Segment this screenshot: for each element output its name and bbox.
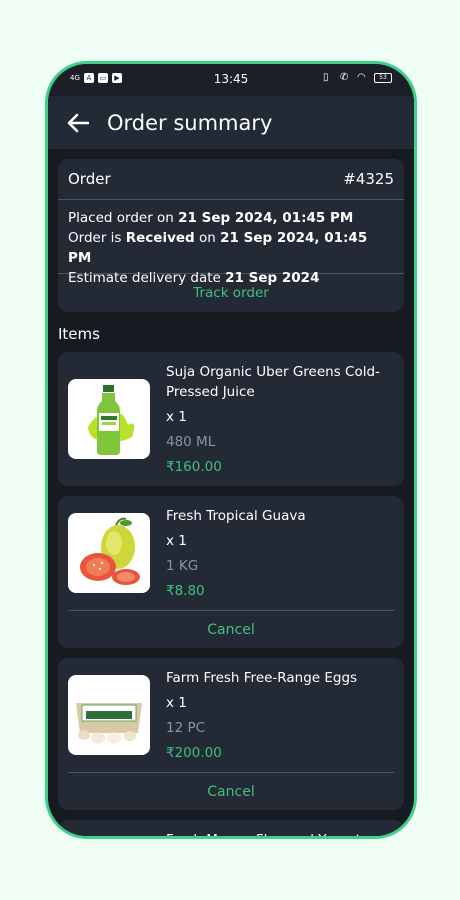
wifi-icon: ◠	[357, 72, 366, 83]
cancel-item-button[interactable]: Cancel	[68, 610, 394, 648]
order-details: Placed order on 21 Sep 2024, 01:45 PM Or…	[58, 200, 404, 286]
item-unit: 480 ML	[166, 434, 216, 450]
app-header: Order summary	[48, 96, 414, 149]
item-image-guava	[68, 513, 150, 593]
vibrate-icon: ▯	[323, 72, 329, 83]
item-info: Fresh Mango Flavored Yogurt	[166, 830, 394, 836]
egg-carton-icon	[76, 703, 142, 744]
order-card: Order #4325 Placed order on 21 Sep 2024,…	[58, 159, 404, 312]
item-card: Fresh Mango Flavored Yogurt	[58, 820, 404, 839]
guava-fruit-icon	[80, 517, 140, 585]
battery-icon: 53	[374, 73, 392, 83]
phone-frame: 4G A ▭ ▶ 13:45 ▯ ✆ ◠ 53 Order summary Or…	[45, 61, 417, 839]
item-name: Fresh Tropical Guava	[166, 508, 306, 524]
item-name: Fresh Mango Flavored Yogurt	[166, 830, 394, 836]
item-info: Fresh Tropical Guava x 1 1 KG ₹8.80	[166, 506, 394, 601]
item-price: ₹160.00	[166, 459, 222, 475]
item-card: Suja Organic Uber Greens Cold-Pressed Ju…	[58, 352, 404, 486]
cancel-item-button[interactable]: Cancel	[68, 772, 394, 810]
item-info: Farm Fresh Free-Range Eggs x 1 12 PC ₹20…	[166, 668, 394, 763]
item-unit: 12 PC	[166, 720, 206, 736]
arrow-left-icon	[67, 113, 89, 132]
item-image-yogurt	[68, 837, 150, 839]
back-button[interactable]	[65, 110, 91, 136]
placed-date: 21 Sep 2024, 01:45 PM	[178, 210, 354, 226]
placed-line: Placed order on 21 Sep 2024, 01:45 PM	[68, 208, 394, 228]
order-summary-content: Order #4325 Placed order on 21 Sep 2024,…	[48, 149, 414, 836]
item-unit: 1 KG	[166, 558, 199, 574]
placed-prefix: Placed order on	[68, 210, 179, 226]
order-label: Order	[68, 170, 111, 188]
order-status: Received	[125, 230, 195, 246]
status-right-icons: ▯ ✆ ◠ 53	[323, 73, 392, 83]
items-heading: Items	[58, 325, 100, 343]
status-mid: on	[194, 230, 221, 246]
status-line: Order is Received on 21 Sep 2024, 01:45 …	[68, 228, 394, 268]
page-title: Order summary	[107, 110, 273, 135]
item-quantity: x 1	[166, 695, 187, 711]
item-card: Fresh Tropical Guava x 1 1 KG ₹8.80 Canc…	[58, 496, 404, 648]
order-header-row: Order #4325	[58, 159, 404, 200]
juice-bottle-icon	[88, 385, 135, 455]
item-quantity: x 1	[166, 409, 187, 425]
status-prefix: Order is	[68, 230, 126, 246]
item-name: Farm Fresh Free-Range Eggs	[166, 670, 358, 686]
item-card: Farm Fresh Free-Range Eggs x 1 12 PC ₹20…	[58, 658, 404, 810]
item-name: Suja Organic Uber Greens Cold-Pressed Ju…	[166, 364, 380, 400]
wifi-call-icon: ✆	[340, 72, 349, 83]
item-image-juice	[68, 379, 150, 459]
status-bar: 4G A ▭ ▶ 13:45 ▯ ✆ ◠ 53	[48, 64, 414, 96]
item-quantity: x 1	[166, 533, 187, 549]
order-number: #4325	[343, 170, 394, 188]
item-price: ₹200.00	[166, 745, 222, 761]
item-info: Suja Organic Uber Greens Cold-Pressed Ju…	[166, 362, 394, 477]
item-price: ₹8.80	[166, 583, 205, 599]
item-image-eggs	[68, 675, 150, 755]
